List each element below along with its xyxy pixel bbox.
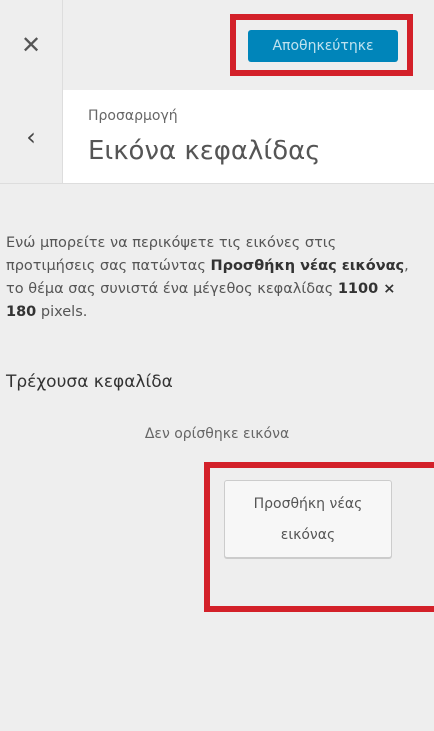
customizer-header: ✕ Αποθηκεύτηκε — [0, 0, 434, 91]
chevron-left-icon: ‹ — [26, 122, 36, 151]
no-image-text: Δεν ορίσθηκε εικόνα — [144, 426, 290, 442]
description-part3: pixels. — [36, 304, 88, 320]
save-button[interactable]: Αποθηκεύτηκε — [248, 30, 398, 62]
breadcrumb: Προσαρμογή — [88, 108, 178, 124]
back-button[interactable]: ‹ — [0, 90, 63, 183]
close-button[interactable]: ✕ — [0, 0, 63, 90]
description-bold-add: Προσθήκη νέας εικόνας — [210, 258, 405, 274]
current-header-label: Τρέχουσα κεφαλίδα — [6, 372, 173, 392]
page-title: Εικόνα κεφαλίδας — [88, 136, 321, 166]
description-text: Ενώ μπορείτε να περικόψετε τις εικόνες σ… — [6, 232, 426, 324]
add-new-image-button[interactable]: Προσθήκη νέας εικόνας — [224, 480, 392, 558]
close-icon: ✕ — [20, 31, 42, 59]
